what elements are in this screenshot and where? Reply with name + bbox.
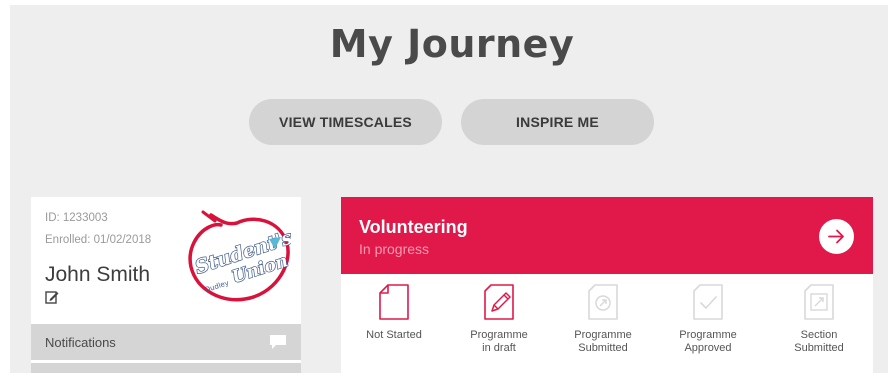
blank-page-icon bbox=[379, 284, 409, 320]
programme-header: Volunteering In progress bbox=[341, 197, 873, 274]
page-title: My Journey bbox=[329, 22, 575, 66]
step-programme-approved: Programme Approved bbox=[658, 283, 758, 355]
step-label: Programme Approved bbox=[679, 329, 737, 354]
programme-title: Volunteering bbox=[359, 217, 468, 237]
student-name: John Smith bbox=[45, 263, 151, 286]
programme-card: Volunteering In progress Not Started Pro… bbox=[341, 197, 873, 373]
edit-icon[interactable] bbox=[45, 290, 59, 304]
notifications-label: Notifications bbox=[45, 335, 116, 350]
chat-bubble-icon bbox=[270, 335, 286, 349]
student-id: ID: 1233003 bbox=[45, 212, 108, 224]
view-timescales-button[interactable]: VIEW TIMESCALES bbox=[249, 99, 442, 145]
step-label: Programme Submitted bbox=[574, 329, 632, 354]
svg-text:Dudley: Dudley bbox=[204, 279, 230, 294]
next-menu-row[interactable] bbox=[31, 363, 301, 373]
enrolled-date: Enrolled: 01/02/2018 bbox=[45, 234, 152, 246]
step-not-started: Not Started bbox=[344, 283, 444, 342]
step-label: Programme in draft bbox=[470, 329, 528, 354]
programme-status: In progress bbox=[359, 241, 430, 257]
open-programme-button[interactable] bbox=[819, 219, 854, 254]
profile-card: ID: 1233003 Enrolled: 01/02/2018 John Sm… bbox=[31, 197, 301, 373]
submitted-page-icon bbox=[588, 284, 618, 320]
students-union-logo: Student's Union Dudley bbox=[188, 210, 291, 302]
step-label: Section Submitted bbox=[794, 329, 844, 354]
pencil-page-icon bbox=[484, 284, 514, 320]
step-programme-submitted: Programme Submitted bbox=[553, 283, 653, 355]
step-label: Not Started bbox=[366, 329, 422, 341]
arrow-right-icon bbox=[828, 229, 844, 244]
step-section-submitted: Section Submitted bbox=[769, 283, 869, 355]
section-page-icon bbox=[804, 284, 834, 320]
inspire-me-button[interactable]: INSPIRE ME bbox=[461, 99, 654, 145]
check-page-icon bbox=[693, 284, 723, 320]
step-programme-in-draft: Programme in draft bbox=[449, 283, 549, 355]
notifications-row[interactable]: Notifications bbox=[31, 324, 301, 360]
